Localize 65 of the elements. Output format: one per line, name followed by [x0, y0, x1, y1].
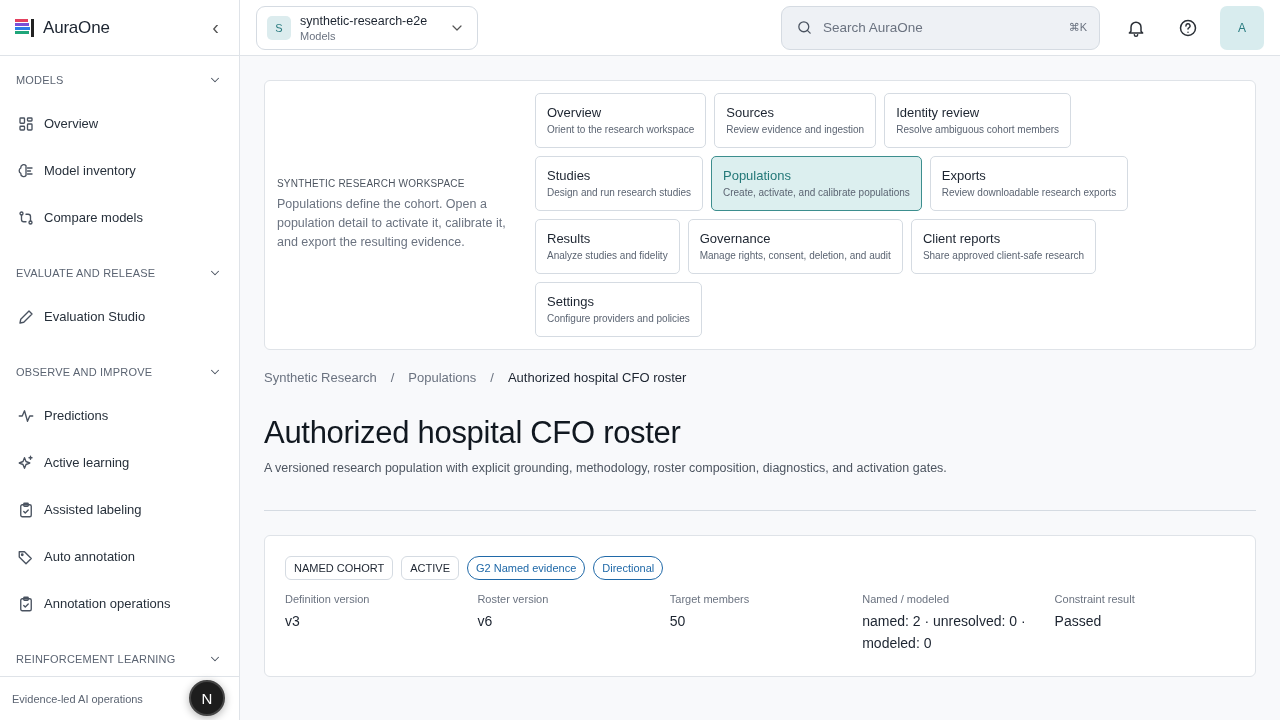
- stat-value: Passed: [1054, 612, 1103, 631]
- status-tag: NAMED COHORT: [285, 556, 394, 580]
- workspace-subtitle: Models: [300, 29, 337, 42]
- nav-item[interactable]: Predictions: [0, 392, 239, 439]
- nav-item[interactable]: Model inventory: [0, 147, 239, 194]
- logo-icon: [15, 17, 35, 38]
- section-title: MODELS: [16, 74, 64, 86]
- brain-icon: [17, 161, 35, 180]
- workspace-nav-card[interactable]: Results Analyze studies and fidelity: [535, 219, 680, 274]
- shortcut-hint: ⌘K: [1068, 21, 1087, 34]
- tagline: Evidence-led AI operations: [12, 692, 143, 705]
- breadcrumb-current: Authorized hospital CFO roster: [507, 370, 687, 385]
- workspace-nav-card[interactable]: Settings Configure providers and policies: [535, 282, 702, 337]
- breadcrumb-separator: /: [490, 370, 494, 385]
- user-avatar[interactable]: A: [1220, 5, 1264, 50]
- workspace-description: Populations define the cohort. Open a population detail to activate it, calibrate it, and export the resulting evidence.: [277, 196, 507, 251]
- nav-item[interactable]: Overview: [0, 100, 239, 147]
- stat-label: Constraint result: [1054, 593, 1136, 605]
- workspace-nav-card[interactable]: Governance Manage rights, consent, deletion, and audit: [687, 219, 903, 274]
- section-title: OBSERVE AND IMPROVE: [16, 366, 153, 378]
- section-title: REINFORCEMENT LEARNING: [16, 653, 176, 665]
- stat-value: v6: [477, 612, 494, 631]
- clipboard-icon: [17, 500, 35, 519]
- grid-icon: [17, 114, 35, 133]
- status-tag: ACTIVE: [401, 556, 459, 580]
- stat-value: 50: [669, 612, 687, 631]
- stat-label: Named / modeled: [862, 593, 950, 605]
- nav-item[interactable]: Auto annotation: [0, 533, 239, 580]
- workspace-nav-card[interactable]: Client reports Share approved client-safe research: [910, 219, 1097, 274]
- search-input[interactable]: Search AuraOne: [821, 19, 1061, 36]
- eyebrow-label: SYNTHETIC RESEARCH WORKSPACE: [277, 178, 466, 189]
- nav-item[interactable]: Evaluation Studio: [0, 293, 239, 340]
- nav-item[interactable]: Compare models: [0, 194, 239, 241]
- stat-value: v3: [285, 612, 301, 631]
- dev-tools-button[interactable]: N: [189, 680, 225, 716]
- workspace-nav-card[interactable]: Studies Design and run research studies: [535, 156, 703, 211]
- workspace-nav-card[interactable]: Identity review Resolve ambiguous cohort members: [884, 93, 1072, 148]
- stat-label: Definition version: [285, 593, 371, 605]
- nav-item[interactable]: Annotation operations: [0, 580, 239, 627]
- workspace-switcher[interactable]: S synthetic-research-e2e Models: [256, 5, 478, 50]
- brand-name: AuraOne: [43, 17, 111, 38]
- workspace-nav-card[interactable]: Overview Orient to the research workspace: [535, 93, 707, 148]
- section-title: EVALUATE AND RELEASE: [16, 267, 156, 279]
- stat-label: Roster version: [477, 593, 550, 605]
- help-icon: [1178, 17, 1198, 38]
- sparkles-icon: [17, 453, 35, 472]
- search-field[interactable]: Search AuraOne ⌘K: [781, 5, 1100, 50]
- workspace-nav-card[interactable]: Populations Create, activate, and calibrate populations: [711, 156, 922, 211]
- workspace-avatar: S: [267, 15, 291, 40]
- breadcrumb-link[interactable]: Synthetic Research: [264, 370, 377, 385]
- page-description: A versioned research population with explicit grounding, methodology, roster composition, diagnostics, and activation gates.: [264, 461, 948, 475]
- workspace-nav-card[interactable]: Exports Review downloadable research exports: [929, 156, 1129, 211]
- stat-label: Target members: [669, 593, 751, 605]
- workspace-nav-card[interactable]: Sources Review evidence and ingestion: [714, 93, 877, 148]
- nav-item[interactable]: Active learning: [0, 439, 239, 486]
- breadcrumb-link[interactable]: Populations: [408, 370, 477, 385]
- workspace-name: synthetic-research-e2e: [300, 13, 429, 28]
- breadcrumb-separator: /: [390, 370, 395, 385]
- search-icon: [796, 19, 813, 36]
- clipboard-icon: [17, 594, 35, 613]
- collapse-button[interactable]: ‹: [208, 16, 223, 39]
- page-title: Authorized hospital CFO roster: [264, 415, 682, 451]
- nav-item[interactable]: Assisted labeling: [0, 486, 239, 533]
- stat-value: named: 2 · unresolved: 0 · modeled: 0: [862, 612, 1027, 653]
- compare-icon: [17, 208, 35, 227]
